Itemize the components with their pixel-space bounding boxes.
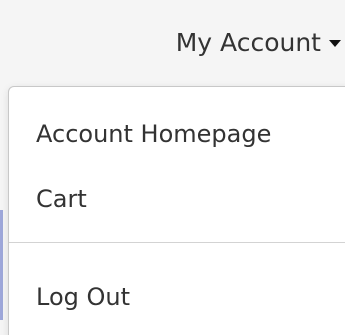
my-account-dropdown-toggle[interactable]: My Account <box>176 22 341 62</box>
cart-link[interactable]: Cart <box>36 187 87 211</box>
caret-down-icon <box>329 39 341 47</box>
left-edge-accent <box>0 210 3 320</box>
log-out-link[interactable]: Log Out <box>36 285 130 309</box>
my-account-label: My Account <box>175 27 321 57</box>
account-menu-screen: My Account Account Homepage Cart Log Out <box>0 0 345 335</box>
menu-divider <box>9 242 345 243</box>
account-dropdown-menu: Account Homepage Cart Log Out <box>8 86 345 335</box>
account-homepage-link[interactable]: Account Homepage <box>36 122 271 146</box>
